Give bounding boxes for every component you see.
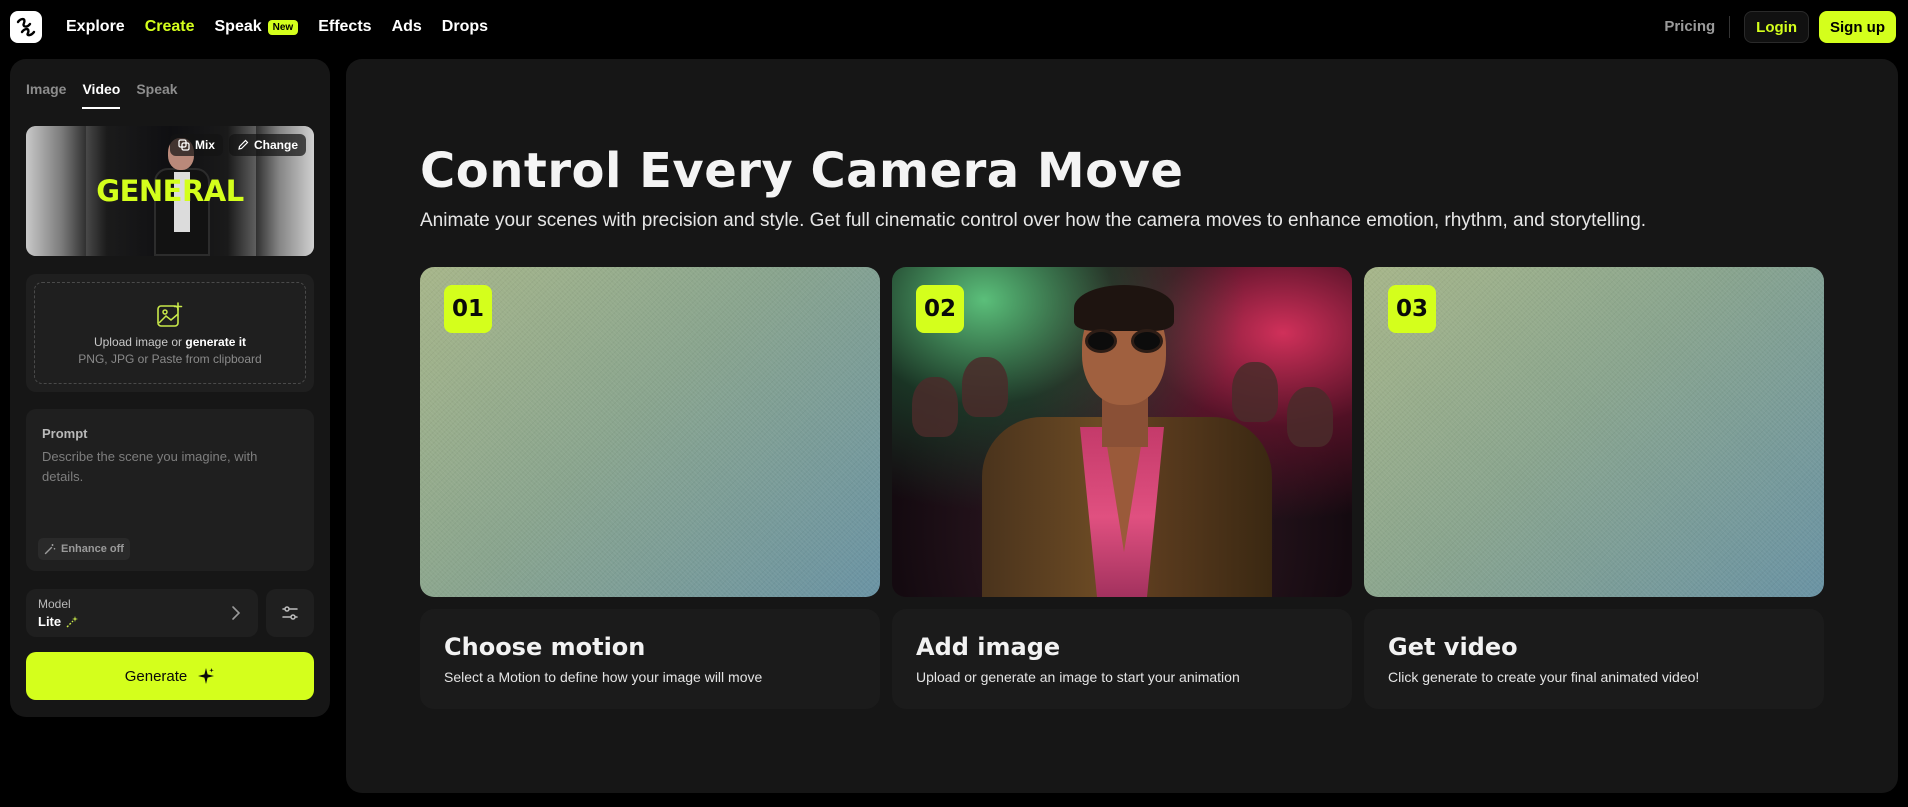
step-title: Add image: [916, 633, 1061, 661]
upload-dropzone-border: Upload image or generate it PNG, JPG or …: [34, 282, 306, 384]
step-card-video[interactable]: 03: [1364, 267, 1824, 597]
change-label: Change: [253, 138, 298, 152]
preview-title: GENERAL: [96, 174, 244, 208]
mix-label: Mix: [194, 138, 215, 152]
enhance-toggle[interactable]: Enhance off: [38, 538, 130, 560]
step-description: Upload or generate an image to start you…: [916, 669, 1240, 685]
step-card-motion[interactable]: 01: [420, 267, 880, 597]
sunglasses-left: [1085, 329, 1117, 353]
change-button[interactable]: Change: [228, 134, 306, 156]
nav-speak-label: Speak: [214, 18, 262, 35]
copy-icon: [178, 139, 190, 151]
sparkle-icon: [66, 615, 79, 627]
step-description: Select a Motion to define how your image…: [444, 669, 763, 685]
main-nav: Explore Create Speak New Effects Ads Dro…: [66, 0, 488, 54]
crowd-figure: [1232, 362, 1278, 422]
page-subtitle: Animate your scenes with precision and s…: [420, 210, 1647, 231]
upload-text: Upload image or generate it: [94, 335, 246, 349]
settings-button[interactable]: [266, 589, 314, 637]
signup-button[interactable]: Sign up: [1819, 11, 1896, 43]
model-value: Lite: [38, 614, 79, 629]
logo-icon[interactable]: [10, 11, 42, 43]
crowd-figure: [962, 357, 1008, 417]
crowd-figure: [1287, 387, 1333, 447]
step-title: Get video: [1388, 633, 1518, 661]
pencil-icon: [238, 139, 249, 150]
nav-explore[interactable]: Explore: [66, 18, 125, 36]
nav-ads[interactable]: Ads: [392, 18, 422, 36]
generate-it-link[interactable]: generate it: [185, 335, 246, 349]
enhance-label: Enhance off: [61, 543, 124, 555]
prompt-panel: Prompt Enhance off: [26, 409, 314, 571]
step-number: 02: [916, 285, 964, 333]
chevron-right-icon: [232, 606, 241, 620]
preview-actions: Mix Change: [169, 134, 306, 156]
step-description: Click generate to create your final anim…: [1388, 669, 1700, 685]
account-actions: Pricing Login Sign up: [1664, 11, 1896, 43]
generate-label: Generate: [124, 667, 188, 685]
top-navigation: Explore Create Speak New Effects Ads Dro…: [0, 0, 1908, 54]
tab-image[interactable]: Image: [26, 81, 66, 109]
generate-button[interactable]: Generate: [26, 652, 314, 700]
nav-speak[interactable]: Speak New: [215, 18, 299, 36]
nav-create[interactable]: Create: [145, 18, 195, 36]
prompt-input[interactable]: [42, 447, 298, 503]
upload-text-plain: Upload image or: [93, 334, 183, 349]
add-image-icon: [157, 301, 183, 327]
upload-dropzone[interactable]: Upload image or generate it PNG, JPG or …: [26, 274, 314, 392]
sliders-icon: [282, 606, 298, 620]
sunglasses-right: [1131, 329, 1163, 353]
model-selector[interactable]: Model Lite: [26, 589, 258, 637]
login-button[interactable]: Login: [1744, 11, 1809, 43]
step-info-video: Get video Click generate to create your …: [1364, 609, 1824, 709]
mode-tabs: Image Video Speak: [26, 81, 178, 109]
model-value-text: Lite: [38, 614, 62, 629]
step-card-image[interactable]: 02: [892, 267, 1352, 597]
step-info-image: Add image Upload or generate an image to…: [892, 609, 1352, 709]
step-info-motion: Choose motion Select a Motion to define …: [420, 609, 880, 709]
mix-button[interactable]: Mix: [169, 134, 223, 156]
nav-effects[interactable]: Effects: [318, 18, 371, 36]
tab-video[interactable]: Video: [82, 81, 121, 109]
step-number: 03: [1388, 285, 1436, 333]
magic-wand-icon: [44, 544, 56, 555]
new-badge: New: [267, 19, 299, 35]
crowd-figure: [912, 377, 958, 437]
sparkle-icon: [198, 668, 215, 684]
create-sidebar: Image Video Speak GENERAL Mix Change Upl…: [10, 59, 330, 717]
tab-speak[interactable]: Speak: [136, 81, 177, 109]
motion-preview[interactable]: GENERAL Mix Change: [26, 126, 314, 256]
step-title: Choose motion: [444, 633, 646, 661]
page-title: Control Every Camera Move: [420, 143, 1184, 199]
prompt-label: Prompt: [42, 426, 88, 441]
pricing-link[interactable]: Pricing: [1664, 16, 1731, 38]
upload-hint: PNG, JPG or Paste from clipboard: [78, 351, 262, 366]
model-label: Model: [38, 597, 71, 611]
nav-drops[interactable]: Drops: [442, 18, 488, 36]
step-number: 01: [444, 285, 492, 333]
person-hair: [1074, 285, 1174, 331]
main-content: Control Every Camera Move Animate your s…: [346, 59, 1898, 793]
